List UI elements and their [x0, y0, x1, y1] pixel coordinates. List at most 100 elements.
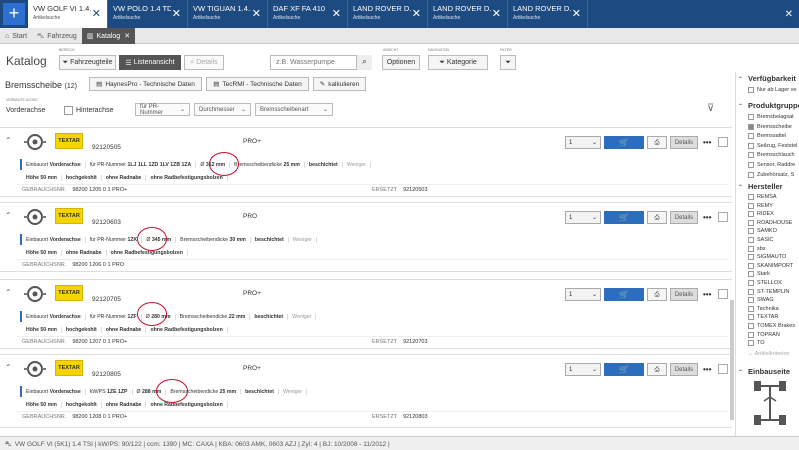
print-button[interactable]: ⎙ [647, 363, 667, 376]
close-icon[interactable]: ✕ [572, 7, 581, 20]
close-icon[interactable]: ✕ [332, 7, 341, 20]
vehicle-tab[interactable]: LAND ROVER D... Artikelsuche ✕ [428, 0, 508, 28]
hinterachse-filter[interactable]: Hinterachse [76, 107, 113, 114]
checkbox[interactable] [748, 162, 754, 168]
checkbox[interactable] [748, 211, 754, 218]
quantity-select[interactable]: 1 ⌄ [565, 363, 601, 376]
clear-filter-icon[interactable]: ⊽ [707, 103, 714, 114]
checkbox[interactable] [748, 340, 754, 347]
checkbox[interactable] [748, 228, 754, 235]
chevron-up-icon[interactable]: ⌃ [738, 103, 743, 110]
hersteller-filter-item[interactable]: RIDEX [748, 211, 774, 218]
checkbox[interactable] [748, 202, 754, 209]
checkbox[interactable] [748, 305, 754, 312]
kategorie-button[interactable]: ⏷ Kategorie [428, 55, 488, 70]
module-tab[interactable]: ⛍ Fahrzeug [32, 28, 82, 44]
close-icon[interactable]: ✕ [412, 7, 421, 20]
produktgruppe-filter-item[interactable]: Bremsbelagsat [748, 114, 794, 120]
optionen-button[interactable]: Optionen [382, 55, 420, 70]
checkbox[interactable] [748, 123, 754, 130]
produktgruppe-filter-item[interactable]: Sensor, Raddre [748, 162, 795, 168]
article-image[interactable] [22, 285, 48, 303]
hersteller-filter-item[interactable]: Stark [748, 271, 770, 278]
details-toolbar-button[interactable]: ⌕ Details [184, 55, 224, 70]
hersteller-filter-item[interactable]: SASIC [748, 237, 774, 243]
hersteller-filter-item[interactable]: STELLOX [748, 280, 782, 286]
checkbox[interactable] [748, 133, 754, 140]
hersteller-filter-item[interactable]: TOPRAN [748, 331, 780, 338]
print-button[interactable]: ⎙ [647, 136, 667, 149]
checkbox[interactable] [748, 194, 754, 200]
module-tab[interactable]: ⌂ Start [0, 28, 32, 44]
hersteller-filter-item[interactable]: SIGMAUTO [748, 254, 786, 261]
close-icon[interactable]: ✕ [172, 7, 181, 20]
chevron-up-icon[interactable]: ⌃ [5, 136, 12, 145]
checkbox[interactable] [748, 245, 754, 252]
more-options-icon[interactable]: ••• [703, 365, 711, 374]
article-criterion[interactable]: Weniger [288, 313, 317, 320]
axle-diagram-icon[interactable] [750, 379, 790, 429]
vehicle-tab[interactable]: LAND ROVER D... Artikelsuche ✕ [348, 0, 428, 28]
vehicle-tab[interactable]: LAND ROVER D... Artikelsuche ✕ [508, 0, 588, 28]
checkbox[interactable] [748, 288, 754, 295]
hersteller-filter-item[interactable]: ROADHOUSE [748, 219, 792, 226]
hinterachse-checkbox[interactable] [64, 106, 73, 115]
pr-nummer-select[interactable]: für PR-Nummer ⌄ [135, 103, 190, 116]
close-icon[interactable]: ✕ [92, 7, 101, 20]
vehicle-tab[interactable]: DAF XF FA 410 Artikelsuche ✕ [268, 0, 348, 28]
checkbox[interactable] [748, 331, 754, 338]
article-criterion[interactable]: Weniger [289, 236, 317, 243]
article-number[interactable]: 92120805 [92, 371, 121, 378]
vehicle-tab[interactable]: VW POLO 1.4 TDI Artikelsuche ✕ [108, 0, 188, 28]
haynespro-button[interactable]: ▤ HaynesPro - Technische Daten [89, 77, 202, 91]
article-image[interactable] [22, 208, 48, 226]
checkbox[interactable] [748, 262, 754, 269]
checkbox[interactable] [748, 271, 754, 278]
vehicle-tab[interactable]: VW TIGUAN 1.4... Artikelsuche ✕ [188, 0, 268, 28]
article-number[interactable]: 92120603 [92, 219, 121, 226]
hersteller-filter-item[interactable]: ST-TEMPLIN [748, 288, 789, 295]
article-checkbox[interactable] [718, 364, 728, 374]
nur-ab-lager-filter[interactable]: Nur ab Lager ve [748, 87, 796, 93]
checkbox[interactable] [748, 280, 754, 286]
checkbox[interactable] [748, 114, 754, 120]
produktgruppe-filter-item[interactable]: Bremssattel [748, 133, 786, 140]
add-to-cart-button[interactable]: 🛒 [604, 136, 644, 149]
more-options-icon[interactable]: ••• [703, 290, 711, 299]
durchmesser-select[interactable]: Durchmesser ⌄ [194, 103, 251, 116]
chevron-up-icon[interactable]: ⌃ [738, 369, 743, 376]
checkbox[interactable] [748, 171, 754, 178]
checkbox[interactable] [748, 219, 754, 226]
quantity-select[interactable]: 1 ⌄ [565, 288, 601, 301]
chevron-up-icon[interactable]: ⌃ [5, 363, 12, 372]
checkbox[interactable] [748, 237, 754, 243]
checkbox[interactable] [748, 152, 754, 159]
quantity-select[interactable]: 1 ⌄ [565, 136, 601, 149]
hersteller-filter-item[interactable]: Technika [748, 305, 779, 312]
module-tab[interactable]: ▥ Katalog ✕ [81, 28, 136, 44]
checkbox[interactable] [748, 254, 754, 261]
hersteller-filter-item[interactable]: REMY [748, 202, 773, 209]
bremsscheibenart-select[interactable]: Bremsscheibenart ⌄ [255, 103, 333, 116]
article-checkbox[interactable] [718, 212, 728, 222]
close-icon[interactable]: ✕ [492, 7, 501, 20]
close-all-icon[interactable]: ✕ [785, 0, 799, 28]
details-button[interactable]: Details [670, 363, 698, 376]
close-icon[interactable]: ✕ [124, 32, 130, 40]
add-to-cart-button[interactable]: 🛒 [604, 288, 644, 301]
add-to-cart-button[interactable]: 🛒 [604, 211, 644, 224]
artikelkriterien-link[interactable]: ⌄ Artikelkriterien [748, 351, 789, 357]
kalkulieren-button[interactable]: ✎ kalkulieren [313, 77, 366, 91]
produktgruppe-filter-item[interactable]: Zubehörsatz, S [748, 171, 794, 178]
chevron-up-icon[interactable]: ⌃ [5, 288, 12, 297]
checkbox[interactable] [748, 323, 754, 329]
article-checkbox[interactable] [718, 289, 728, 299]
hersteller-filter-item[interactable]: TOMEX Brakes [748, 323, 795, 329]
print-button[interactable]: ⎙ [647, 211, 667, 224]
checkbox[interactable] [748, 87, 754, 93]
vehicle-tab[interactable]: VW GOLF VI 1.4... Artikelsuche ✕ [28, 0, 108, 28]
hersteller-filter-item[interactable]: SAMKO [748, 228, 777, 235]
chevron-up-icon[interactable]: ⌃ [738, 184, 743, 191]
more-options-icon[interactable]: ••• [703, 138, 711, 147]
chevron-up-icon[interactable]: ⌃ [5, 211, 12, 220]
